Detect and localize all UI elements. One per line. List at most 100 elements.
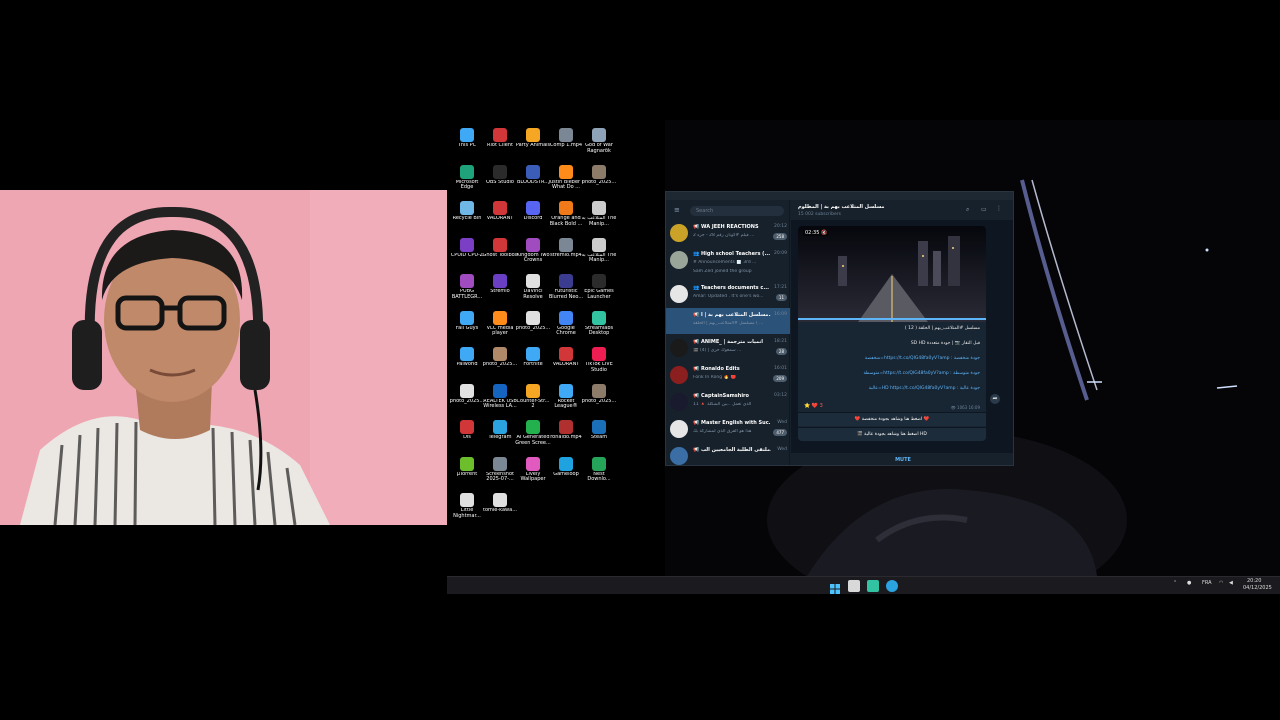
desktop-icon[interactable]: Fall Guys	[449, 310, 485, 347]
desktop-icon[interactable]: CPUID CPU-Z	[449, 237, 485, 274]
desktop-icon[interactable]: PUBG BATTLEGR...	[449, 274, 485, 310]
clock-time[interactable]: 20:20	[1247, 578, 1261, 584]
chevron-up-icon[interactable]: ⌃	[1173, 580, 1177, 586]
search-icon[interactable]: ⌕	[966, 206, 969, 214]
window-titlebar[interactable]	[666, 192, 1013, 200]
telegram-taskbar-icon[interactable]	[886, 580, 898, 592]
sidebar-toggle-icon[interactable]: ▭	[981, 206, 987, 213]
microphone-icon[interactable]: ●	[1187, 580, 1191, 586]
desktop-icon[interactable]: stremio.mp4	[548, 237, 584, 274]
desktop-icon[interactable]: Steam	[581, 420, 617, 456]
desktop-icon[interactable]: photo_2025...	[482, 347, 518, 383]
desktop-icon-label: Recycle Bin	[452, 216, 482, 221]
desktop-icon[interactable]: Ghost Toolbox	[482, 237, 518, 274]
desktop-icon-label: tomie-kawa...	[483, 508, 517, 513]
desktop-icon[interactable]: DaVinci Resolve	[515, 274, 551, 310]
file-explorer-icon[interactable]	[848, 580, 860, 592]
desktop-icon[interactable]: Streamlabs Desktop	[581, 310, 617, 347]
watch-high-quality-button[interactable]: 🎬 اضغط هنا وشاهد بجودة عالية HD	[798, 427, 986, 441]
desktop-icon[interactable]: Comp 1.mp4	[548, 128, 584, 164]
desktop-icon[interactable]: photo_2025...	[581, 383, 617, 420]
share-icon[interactable]: ➦	[990, 394, 1000, 404]
desktop-icon[interactable]: Party Animals	[515, 128, 551, 164]
desktop-icon-label: Screenshot 2025-07-...	[486, 471, 514, 482]
desktop-icon[interactable]: photo_2025...	[449, 383, 485, 420]
desktop-icon[interactable]: AI Generated Green Scree...	[515, 420, 551, 456]
post-link[interactable]: جودة عالية : HD https://t.co/QIG48fa0yV?…	[869, 386, 980, 391]
desktop-icon[interactable]: REALTEK USB Wireless LA...	[482, 383, 518, 420]
chat-list-item[interactable]: 📢 CaptainSamshiro الذي تعمل ..بين الشكلة …	[666, 389, 790, 415]
telegram-window[interactable]: ≡ Search 📢 WA JEEH REACTIONS فيلم #كونان …	[665, 191, 1014, 466]
chat-list-item[interactable]: 📢 مسلسل المتلاعب بهم بة | ا... مسلسل #الم…	[666, 308, 790, 334]
desktop-icon[interactable]: Counter-Str... 2	[515, 383, 551, 420]
menu-icon[interactable]: ≡	[674, 206, 680, 214]
chat-time: 03:12	[774, 393, 787, 398]
desktop-icon[interactable]: VALORANT	[482, 201, 518, 237]
video-thumbnail[interactable]	[798, 226, 986, 322]
desktop-icon[interactable]: المتلاعب به The Manip...	[581, 201, 617, 237]
app-icon	[493, 420, 507, 434]
desktop-icon[interactable]: photo_2025...	[581, 164, 617, 201]
start-button[interactable]	[829, 580, 841, 594]
app-icon	[460, 310, 474, 325]
desktop-icon[interactable]: المتلاعب به The Manip...	[581, 237, 617, 274]
desktop-icon[interactable]: Telegram	[482, 420, 518, 456]
desktop-icon[interactable]: Little Nightmar...	[449, 493, 485, 529]
desktop-icon[interactable]: Justin Bieber - What Do ...	[548, 164, 584, 201]
desktop-icon[interactable]: Recycle Bin	[449, 201, 485, 237]
desktop-icon[interactable]: Palworld	[449, 347, 485, 383]
desktop-icon[interactable]: God of War Ragnarök	[581, 128, 617, 164]
chat-list-item[interactable]: 📢 ملتقى الطلبة الجامعيين الب... Wed	[666, 443, 790, 465]
more-options-icon[interactable]: ⋮	[996, 205, 1002, 212]
desktop-icon[interactable]: Google Chrome	[548, 310, 584, 347]
chat-list-item[interactable]: 📢 Master English with Suc... هذا هو الفرق…	[666, 416, 790, 442]
desktop-icon[interactable]: Futuristic Blurred Neo...	[548, 274, 584, 310]
desktop-icon[interactable]: Dis	[449, 420, 485, 456]
mute-button[interactable]: MUTE	[791, 453, 1013, 465]
desktop-icon[interactable]: Discord	[515, 201, 551, 237]
chat-list-item[interactable]: 📢 Ronaldo Edits Fonk In Rong 🔥 🔴 16:01 209	[666, 362, 790, 388]
desktop-icon[interactable]: Fortnite	[515, 347, 551, 383]
channel-header[interactable]: مسلسل المتلاعب بهم بة | المظلوم 15 002 s…	[791, 200, 1013, 220]
desktop-icon[interactable]: Rocket League®	[548, 383, 584, 420]
channel-post[interactable]: 02:35 🔇 مسلسل #المتلاعب_بهم | الحلقة ( 1…	[798, 226, 986, 441]
desktop-icon[interactable]: VLC media player	[482, 310, 518, 347]
desktop-icon[interactable]: Gameloop	[548, 456, 584, 493]
desktop-icon[interactable]: VALORANT	[548, 347, 584, 383]
clock-date[interactable]: 04/12/2025	[1243, 585, 1272, 591]
language-indicator[interactable]: FRA	[1202, 580, 1212, 586]
channel-view: مسلسل المتلاعب بهم بة | المظلوم 15 002 s…	[791, 200, 1013, 465]
search-input[interactable]: Search	[690, 206, 784, 216]
desktop-icon[interactable]: OBS Studio	[482, 164, 518, 201]
reactions[interactable]: ⭐ ❤️ 3	[804, 403, 823, 409]
chat-list-item[interactable]: 📢 WA JEEH REACTIONS فيلم #كونان رقم 28 - …	[666, 220, 790, 246]
desktop-icon[interactable]: Riot Client	[482, 128, 518, 164]
desktop-icon[interactable]: Stremio	[482, 274, 518, 310]
post-link[interactable]: جودة منخفضة : https://t.co/QIG48fa0yV?am…	[865, 356, 980, 361]
chat-list-item[interactable]: 📢 ANIME_ | انميات مترجمة 🎬 (4) | سمعوك حز…	[666, 335, 790, 361]
watch-low-quality-button[interactable]: ❤️ اضغط هنا وشاهد بجودة منخفضة ❤️	[798, 412, 986, 426]
desktop-icon[interactable]: ronaldo.mp4	[548, 420, 584, 456]
desktop-icon[interactable]: TikTok LIVE Studio	[581, 347, 617, 383]
post-link[interactable]: جودة متوسطة : https://t.co/QIG48fa0yV?am…	[864, 371, 980, 376]
wifi-icon[interactable]: ◠	[1219, 580, 1223, 586]
desktop-icon[interactable]: BLOODSTR...	[515, 164, 551, 201]
app-icon	[493, 164, 507, 179]
desktop-icon[interactable]: Screenshot 2025-07-...	[482, 456, 518, 493]
desktop-icon-label: PUBG BATTLEGR...	[451, 289, 483, 300]
desktop-icon[interactable]: Kingdom Two Crowns	[515, 237, 551, 274]
desktop-icon[interactable]: photo_2025...	[515, 310, 551, 347]
desktop-icon[interactable]: µTorrent	[449, 456, 485, 493]
desktop-icon[interactable]: Microsoft Edge	[449, 164, 485, 201]
chat-name: 📢 مسلسل المتلاعب بهم بة | ا...	[693, 312, 771, 318]
post-text-line: قبل التقار 📷 | جودة متعددة SD HD	[910, 341, 980, 346]
desktop-icon[interactable]: This PC	[449, 128, 485, 164]
streamlabs-taskbar-icon[interactable]	[867, 580, 879, 592]
speaker-icon[interactable]: ◀	[1229, 580, 1233, 586]
chat-list-item[interactable]: 👥 Teachers documents c... Amar: Updated .…	[666, 281, 790, 307]
desktop-icon[interactable]: Nest Downlo...	[581, 456, 617, 493]
desktop-icon[interactable]: Orange and Black Bold ...	[548, 201, 584, 237]
desktop-icon[interactable]: Epic Games Launcher	[581, 274, 617, 310]
desktop-icon[interactable]: tomie-kawa...	[482, 493, 518, 529]
desktop-icon[interactable]: Lively Wallpaper	[515, 456, 551, 493]
